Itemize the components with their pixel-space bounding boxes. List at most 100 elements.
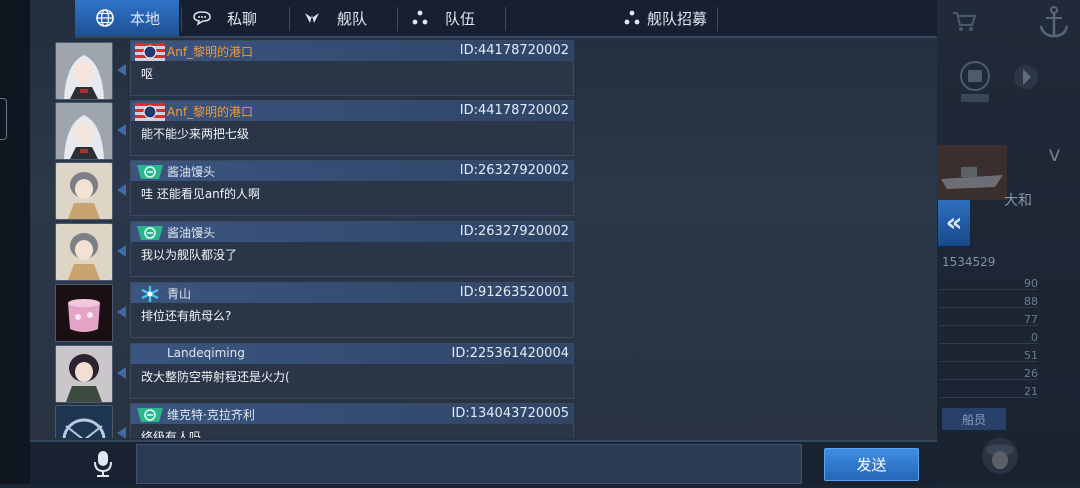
send-button[interactable]: 发送 (824, 448, 919, 481)
sender-id: ID:225361420004 (451, 346, 569, 361)
message-bubble: 酱油馒头 ID:26327920002 我以为舰队都没了 (130, 221, 574, 277)
sender-id: ID:91263520001 (459, 285, 569, 300)
collapse-chat-button[interactable]: « (938, 200, 970, 246)
avatar[interactable] (55, 284, 113, 342)
message-header: 酱油馒头 ID:26327920002 (131, 222, 573, 242)
green-emblem-badge (135, 406, 163, 424)
ship-stat: 77 (940, 313, 1038, 326)
message-header: 维克特·克拉齐利 ID:134043720005 (131, 404, 573, 424)
tab-label: 本地 (129, 9, 160, 28)
stripes-flag-badge (135, 103, 165, 121)
message-text: 终级有人吗 (141, 430, 202, 438)
tab-divider (181, 7, 182, 31)
ship-thumbnail[interactable] (937, 145, 1007, 204)
message-bubble: 酱油馒头 ID:26327920002 哇 还能看见anf的人啊 (130, 160, 574, 216)
bubble-pointer (117, 367, 126, 379)
snowflake-badge (135, 285, 163, 303)
green-emblem-badge (135, 224, 163, 242)
sender-id: ID:44178720002 (459, 43, 569, 58)
message-text: 改大整防空带射程还是火力( (141, 370, 290, 384)
message-header: 青山 ID:91263520001 (131, 283, 573, 303)
avatar[interactable] (55, 345, 113, 403)
chat-message: Anf_黎明的港口 ID:44178720002 呕 (55, 40, 575, 100)
ship-stat: 90 (940, 277, 1038, 290)
green-emblem-badge (135, 163, 163, 181)
tab-team[interactable]: 队伍 (409, 0, 503, 36)
sender-name[interactable]: 维克特·克拉齐利 (167, 406, 255, 423)
sender-name[interactable]: Anf_黎明的港口 (167, 43, 253, 60)
message-bubble: 青山 ID:91263520001 排位还有航母么? (130, 282, 574, 338)
anchor-icon[interactable] (1037, 4, 1071, 44)
message-bubble: Landeqiming ID:225361420004 改大整防空带射程还是火力… (130, 343, 574, 399)
message-header: 酱油馒头 ID:26327920002 (131, 161, 573, 181)
chat-input[interactable] (136, 444, 802, 484)
message-bubble: Anf_黎明的港口 ID:44178720002 能不能少来两把七级 (130, 100, 574, 156)
tab-divider (289, 7, 290, 31)
stripes-flag-badge (135, 43, 165, 61)
avatar[interactable] (55, 405, 113, 438)
chat-message: 酱油馒头 ID:26327920002 哇 还能看见anf的人啊 (55, 160, 575, 220)
avatar[interactable] (55, 162, 113, 220)
chat-message: Anf_黎明的港口 ID:44178720002 能不能少来两把七级 (55, 100, 575, 160)
chat-message: 维克特·克拉齐利 ID:134043720005 终级有人吗 (55, 403, 575, 438)
ranking-icon[interactable] (955, 60, 995, 108)
message-text: 我以为舰队都没了 (141, 248, 238, 262)
double-chevron-left-icon: « (945, 208, 963, 238)
globe-icon (94, 9, 116, 27)
sender-id: ID:26327920002 (459, 224, 569, 239)
tab-fleet[interactable]: 舰队 (301, 0, 395, 36)
sender-name[interactable]: 酱油馒头 (167, 224, 215, 241)
avatar[interactable] (55, 102, 113, 160)
ship-id: 1534529 (942, 255, 996, 269)
ship-stat: 0 (940, 331, 1038, 344)
chat-message-list[interactable]: Anf_黎明的港口 ID:44178720002 呕 Anf_黎明的港口 ID:… (55, 38, 575, 438)
ship-name: 大和 (1004, 193, 1032, 209)
team-dots-icon (409, 9, 431, 27)
tab-fleet-recruit[interactable]: 舰队招募 (621, 0, 731, 36)
next-arrow-icon[interactable] (1013, 60, 1039, 98)
fleet-flag-icon (301, 9, 323, 27)
tab-private-chat[interactable]: 私聊 (191, 0, 287, 36)
chat-message: Landeqiming ID:225361420004 改大整防空带射程还是火力… (55, 343, 575, 403)
left-edge (0, 0, 30, 484)
message-text: 能不能少来两把七级 (141, 127, 250, 141)
shop-cart-icon[interactable] (951, 10, 977, 36)
message-text: 呕 (141, 67, 154, 81)
message-text: 排位还有航母么? (141, 309, 232, 323)
message-header: Anf_黎明的港口 ID:44178720002 (131, 41, 573, 61)
message-header: Landeqiming ID:225361420004 (131, 344, 573, 364)
chat-message: 青山 ID:91263520001 排位还有航母么? (55, 282, 575, 342)
avatar[interactable] (55, 42, 113, 100)
chat-tab-bar: 本地 私聊 舰队 队伍 舰队招募 (75, 0, 937, 38)
message-bubble: 维克特·克拉齐利 ID:134043720005 终级有人吗 (130, 403, 574, 438)
tab-divider (505, 7, 506, 31)
tab-label: 队伍 (445, 9, 476, 28)
tab-divider (397, 7, 398, 31)
edge-grip-handle[interactable] (0, 98, 7, 140)
microphone-icon[interactable] (92, 450, 114, 478)
sender-id: ID:134043720005 (451, 406, 569, 421)
crew-button[interactable]: 船员 (942, 408, 1006, 430)
sender-name[interactable]: Landeqiming (167, 346, 245, 360)
chat-input-bar: 发送 (30, 440, 937, 486)
bubble-pointer (117, 184, 126, 196)
captain-avatar[interactable] (978, 434, 1022, 488)
chat-message: 酱油馒头 ID:26327920002 我以为舰队都没了 (55, 221, 575, 281)
bubble-pointer (117, 306, 126, 318)
ship-stat: 51 (940, 349, 1038, 362)
chat-bubble-icon (191, 9, 213, 27)
sender-name[interactable]: Anf_黎明的港口 (167, 103, 253, 120)
sender-name[interactable]: 青山 (167, 285, 191, 302)
avatar[interactable] (55, 223, 113, 281)
bubble-pointer (117, 427, 126, 438)
sender-id: ID:26327920002 (459, 163, 569, 178)
tab-label: 私聊 (227, 9, 258, 28)
tab-divider (717, 7, 718, 31)
sender-id: ID:44178720002 (459, 103, 569, 118)
message-text: 哇 还能看见anf的人啊 (141, 187, 260, 201)
tab-local[interactable]: 本地 (75, 0, 179, 36)
bubble-pointer (117, 245, 126, 257)
message-header: Anf_黎明的港口 ID:44178720002 (131, 101, 573, 121)
bubble-pointer (117, 124, 126, 136)
sender-name[interactable]: 酱油馒头 (167, 163, 215, 180)
